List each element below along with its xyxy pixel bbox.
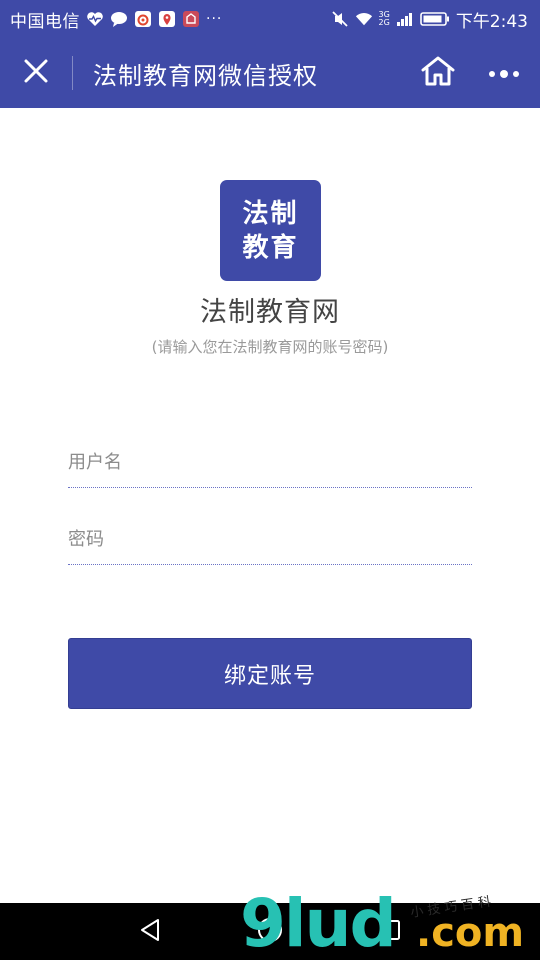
- status-bar-left: 中国电信 ···: [10, 7, 222, 32]
- username-field: [68, 438, 472, 488]
- home-icon: [420, 55, 456, 91]
- site-watermark: 9lud .com 小技巧百科: [240, 888, 540, 960]
- password-field: [68, 515, 472, 565]
- home-button[interactable]: [408, 38, 468, 108]
- bind-account-button[interactable]: 绑定账号: [68, 638, 472, 709]
- weibo-icon: [134, 10, 152, 28]
- login-hint: (请输入您在法制教育网的账号密码): [151, 338, 389, 356]
- close-icon: [23, 58, 49, 88]
- status-bar-right: 3G 2G 下午2:43: [331, 7, 528, 32]
- mute-icon: [331, 10, 349, 28]
- password-input[interactable]: [68, 515, 472, 564]
- notification-overflow: ···: [206, 11, 223, 27]
- close-button[interactable]: [0, 38, 72, 108]
- signal-icon: [396, 10, 414, 28]
- site-name: 法制教育网: [200, 297, 340, 328]
- status-bar: 中国电信 ··· 3G 2G 下午2:43: [0, 0, 540, 38]
- wifi-icon: [355, 10, 373, 28]
- title-bar: 法制教育网微信授权: [0, 38, 540, 108]
- back-button[interactable]: [120, 903, 180, 960]
- carrier-name: 中国电信: [10, 11, 80, 32]
- network-type: 3G 2G: [379, 11, 390, 27]
- app-icon: [182, 10, 200, 28]
- more-button[interactable]: [468, 38, 540, 108]
- heart-pulse-icon: [86, 10, 104, 28]
- site-logo: 法制 教育: [220, 180, 321, 281]
- back-icon: [138, 917, 162, 947]
- map-pin-icon: [158, 10, 176, 28]
- chat-bubble-icon: [110, 10, 128, 28]
- site-logo-line1: 法制: [242, 198, 299, 229]
- network-type-bottom: 2G: [378, 18, 390, 27]
- site-logo-line2: 教育: [242, 232, 299, 263]
- page-title: 法制教育网微信授权: [93, 61, 318, 90]
- battery-icon: [420, 10, 450, 28]
- watermark-brand: 9lud: [240, 885, 397, 960]
- more-icon: [488, 64, 520, 83]
- username-input[interactable]: [68, 438, 472, 487]
- clock: 下午2:43: [455, 11, 528, 32]
